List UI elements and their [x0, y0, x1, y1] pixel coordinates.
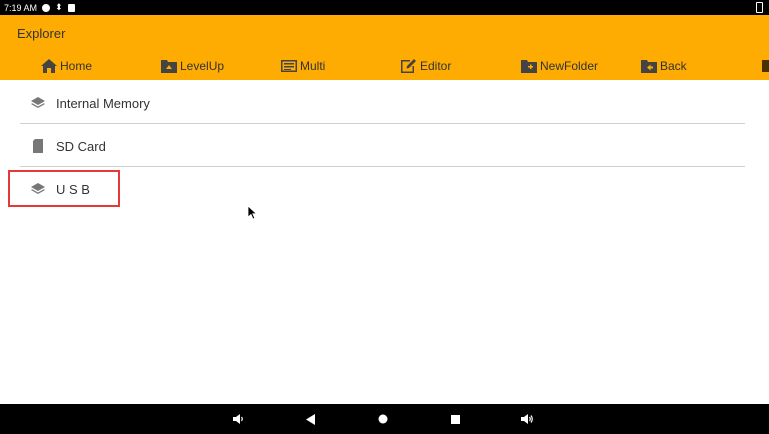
mouse-cursor-icon: [248, 206, 258, 220]
status-bar: 7:19 AM ⬍: [0, 0, 769, 15]
list-item-internal-memory[interactable]: Internal Memory: [20, 82, 745, 124]
back-label: Back: [660, 59, 687, 73]
folder-back-icon: [641, 60, 657, 73]
sd-card-icon: [30, 138, 46, 154]
status-time: 7:19 AM: [4, 2, 38, 13]
back-triangle-icon[interactable]: [304, 412, 318, 426]
app-bar: Explorer Home LevelUp Multi Editor NewFo…: [0, 15, 769, 80]
multi-select-icon: [281, 60, 297, 72]
edit-icon: [401, 59, 416, 73]
newfolder-button[interactable]: NewFolder: [521, 58, 598, 74]
multi-label: Multi: [300, 59, 326, 73]
divider: [20, 166, 745, 167]
battery-icon: [756, 2, 763, 13]
multi-button[interactable]: Multi: [281, 58, 325, 74]
home-button[interactable]: Home: [41, 58, 92, 74]
home-label: Home: [60, 59, 93, 73]
home-circle-icon[interactable]: [376, 412, 390, 426]
sd-card-status-icon: [67, 3, 75, 12]
list-item-label: Internal Memory: [56, 95, 150, 111]
newfolder-label: NewFolder: [540, 59, 599, 73]
status-app-icon: [42, 3, 51, 12]
layers-icon: [30, 95, 46, 111]
volume-up-icon[interactable]: [520, 412, 534, 426]
levelup-label: LevelUp: [180, 59, 225, 73]
selection-highlight: [8, 170, 120, 207]
app-title: Explorer: [17, 26, 66, 41]
back-button[interactable]: Back: [641, 58, 687, 74]
list-item-usb[interactable]: U S B: [20, 168, 745, 210]
editor-button[interactable]: Editor: [401, 58, 451, 74]
home-icon: [41, 59, 57, 73]
new-folder-icon: [521, 60, 537, 73]
list-item-sd-card[interactable]: SD Card: [20, 125, 745, 167]
volume-down-icon[interactable]: [232, 412, 246, 426]
divider: [20, 123, 745, 124]
usb-debug-icon: ⬍: [55, 2, 63, 12]
levelup-button[interactable]: LevelUp: [161, 58, 224, 74]
recents-square-icon[interactable]: [448, 412, 462, 426]
overflow-icon[interactable]: [762, 60, 769, 72]
folder-up-icon: [161, 60, 177, 73]
editor-label: Editor: [420, 59, 452, 73]
navigation-bar: [0, 404, 769, 434]
list-item-label: SD Card: [56, 138, 106, 154]
